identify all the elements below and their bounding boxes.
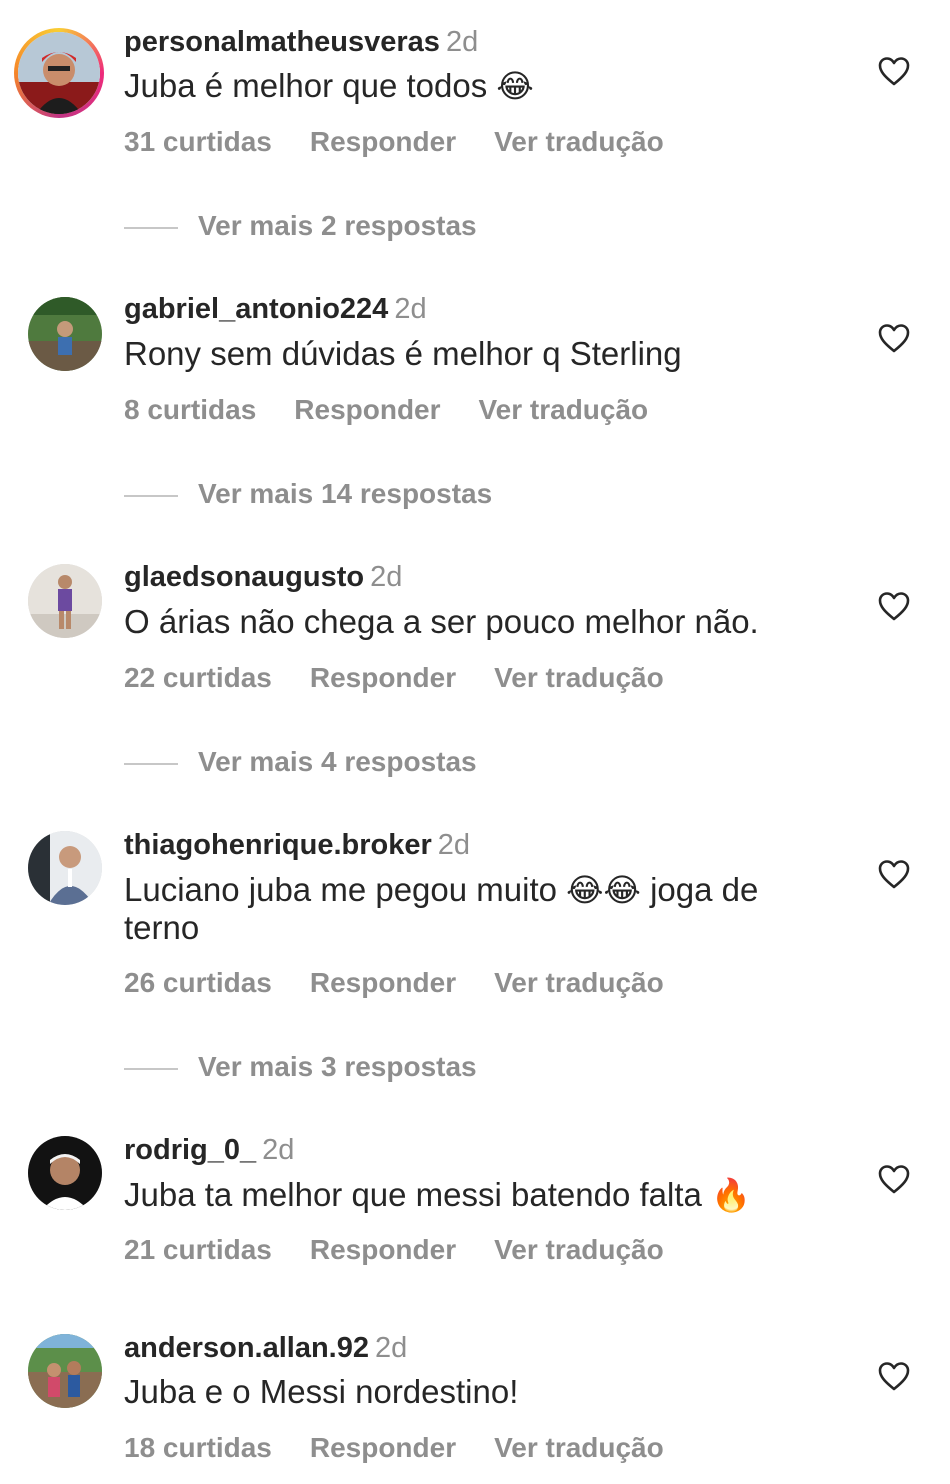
username[interactable]: personalmatheusveras xyxy=(124,26,440,58)
timestamp: 2d xyxy=(370,561,403,593)
view-more-replies[interactable]: Ver mais 4 respostas xyxy=(124,745,477,779)
likes-count[interactable]: 18 curtidas xyxy=(124,1432,272,1463)
avatar-image xyxy=(28,1334,102,1408)
comment-text: Rony sem dúvidas é melhor q Sterling xyxy=(124,335,814,373)
replies-divider xyxy=(124,1067,178,1070)
username[interactable]: anderson.allan.92 xyxy=(124,1332,369,1364)
avatar-image xyxy=(28,831,102,905)
laughing-emoji: 😂😂 xyxy=(566,871,641,909)
view-more-replies[interactable]: Ver mais 3 respostas xyxy=(124,1050,477,1084)
reply-button[interactable]: Responder xyxy=(294,394,440,425)
avatar[interactable] xyxy=(28,297,102,371)
likes-count[interactable]: 31 curtidas xyxy=(124,126,272,157)
view-more-replies-label: Ver mais 3 respostas xyxy=(198,1051,477,1082)
comment-text: O árias não chega a ser pouco melhor não… xyxy=(124,603,814,641)
comment-text: Juba é melhor que todos 😂 xyxy=(124,67,814,105)
username[interactable]: rodrig_0_ xyxy=(124,1134,256,1166)
translate-button[interactable]: Ver tradução xyxy=(494,1432,664,1463)
avatar[interactable] xyxy=(28,1334,102,1408)
avatar[interactable] xyxy=(28,831,102,905)
avatar-image xyxy=(28,564,102,638)
likes-count[interactable]: 22 curtidas xyxy=(124,662,272,693)
comment-header: gabriel_antonio224 2d xyxy=(124,292,427,326)
comment-actions: 8 curtidas Responder Ver tradução xyxy=(124,393,686,427)
username[interactable]: thiagohenrique.broker xyxy=(124,829,432,861)
replies-divider xyxy=(124,762,178,765)
timestamp: 2d xyxy=(375,1332,408,1364)
translate-button[interactable]: Ver tradução xyxy=(494,126,664,157)
likes-count[interactable]: 26 curtidas xyxy=(124,967,272,998)
replies-divider xyxy=(124,494,178,497)
comment-text-body: Juba e o Messi nordestino! xyxy=(124,1373,519,1410)
view-more-replies[interactable]: Ver mais 2 respostas xyxy=(124,209,477,243)
comment-text-body: Juba ta melhor que messi batendo falta xyxy=(124,1176,702,1213)
comment-actions: 31 curtidas Responder Ver tradução xyxy=(124,125,702,159)
view-more-replies-label: Ver mais 4 respostas xyxy=(198,746,477,777)
heart-outline-icon[interactable] xyxy=(878,859,910,889)
username[interactable]: gabriel_antonio224 xyxy=(124,293,388,325)
comment-actions: 18 curtidas Responder Ver tradução xyxy=(124,1431,702,1465)
timestamp: 2d xyxy=(262,1134,295,1166)
timestamp: 2d xyxy=(437,829,471,861)
translate-button[interactable]: Ver tradução xyxy=(494,662,664,693)
avatar[interactable] xyxy=(28,1136,102,1210)
avatar-image xyxy=(18,32,100,114)
heart-outline-icon[interactable] xyxy=(878,1164,910,1194)
comment-header: rodrig_0_ 2d xyxy=(124,1133,294,1167)
likes-count[interactable]: 21 curtidas xyxy=(124,1234,272,1265)
likes-count[interactable]: 8 curtidas xyxy=(124,394,256,425)
reply-button[interactable]: Responder xyxy=(310,967,456,998)
view-more-replies-label: Ver mais 2 respostas xyxy=(198,210,477,241)
reply-button[interactable]: Responder xyxy=(310,662,456,693)
comment-actions: 21 curtidas Responder Ver tradução xyxy=(124,1233,702,1267)
fire-emoji: 🔥 xyxy=(711,1176,751,1214)
comment-text: Juba e o Messi nordestino! xyxy=(124,1373,814,1411)
avatar[interactable] xyxy=(28,564,102,638)
translate-button[interactable]: Ver tradução xyxy=(494,1234,664,1265)
replies-divider xyxy=(124,226,178,229)
comment-text: Luciano juba me pegou muito 😂😂 joga de t… xyxy=(124,871,814,947)
comment-actions: 26 curtidas Responder Ver tradução xyxy=(124,966,702,1000)
view-more-replies-label: Ver mais 14 respostas xyxy=(198,478,493,509)
comment-text: Juba ta melhor que messi batendo falta 🔥 xyxy=(124,1176,814,1214)
username[interactable]: glaedsonaugusto xyxy=(124,561,364,593)
heart-outline-icon[interactable] xyxy=(878,323,910,353)
comment-header: glaedsonaugusto 2d xyxy=(124,560,402,594)
comment-header: anderson.allan.92 2d xyxy=(124,1331,407,1365)
translate-button[interactable]: Ver tradução xyxy=(494,967,664,998)
comment-text-body: Rony sem dúvidas é melhor q Sterling xyxy=(124,335,682,372)
comment-header: thiagohenrique.broker 2d xyxy=(124,828,470,862)
avatar-image xyxy=(28,1136,102,1210)
heart-outline-icon[interactable] xyxy=(878,56,910,86)
avatar-image xyxy=(28,297,102,371)
translate-button[interactable]: Ver tradução xyxy=(479,394,649,425)
view-more-replies[interactable]: Ver mais 14 respostas xyxy=(124,477,492,511)
reply-button[interactable]: Responder xyxy=(310,1234,456,1265)
timestamp: 2d xyxy=(394,293,427,325)
heart-outline-icon[interactable] xyxy=(878,1361,910,1391)
comment-text-body: Juba é melhor que todos xyxy=(124,67,488,104)
comment-text-body: Luciano juba me pegou muito xyxy=(124,871,557,908)
laughing-emoji: 😂 xyxy=(496,67,534,105)
comment-header: personalmatheusveras 2d xyxy=(124,25,478,59)
comment-actions: 22 curtidas Responder Ver tradução xyxy=(124,661,702,695)
avatar[interactable] xyxy=(14,28,104,118)
heart-outline-icon[interactable] xyxy=(878,591,910,621)
timestamp: 2d xyxy=(445,26,479,58)
reply-button[interactable]: Responder xyxy=(310,1432,456,1463)
comment-text-body: O árias não chega a ser pouco melhor não… xyxy=(124,603,759,640)
reply-button[interactable]: Responder xyxy=(310,126,456,157)
